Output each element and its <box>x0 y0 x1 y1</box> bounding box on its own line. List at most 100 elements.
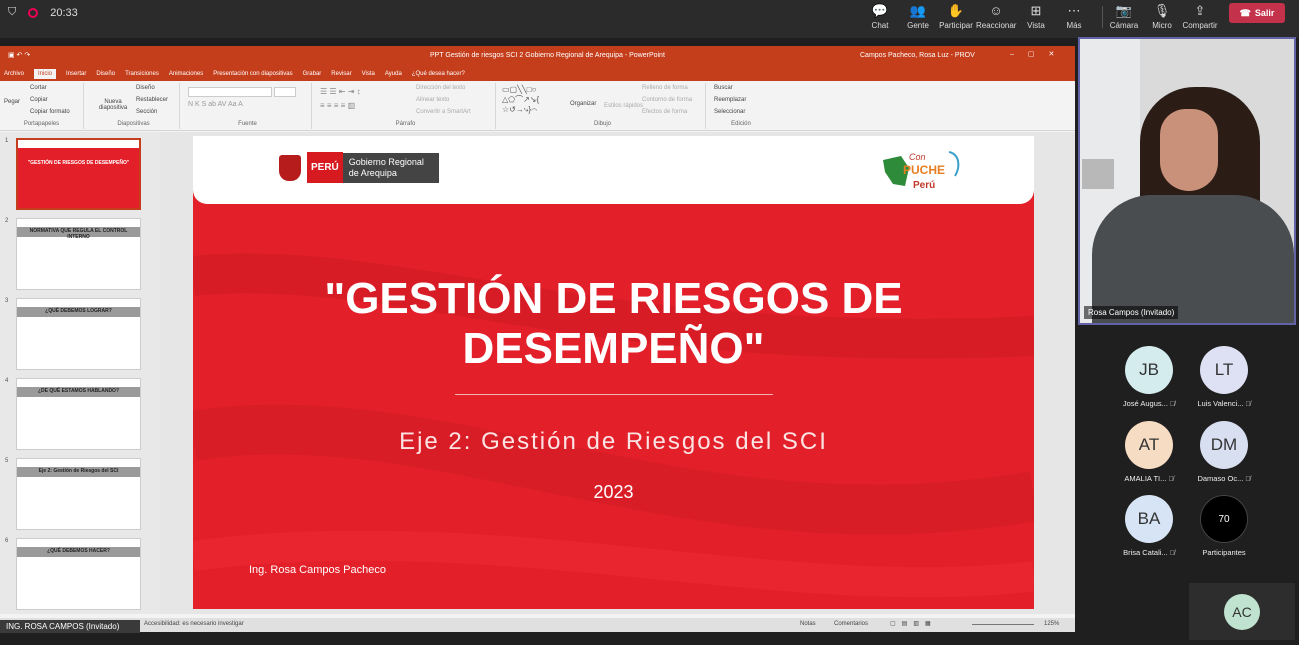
view-buttons[interactable]: ▢▤▥▦ <box>890 620 937 627</box>
document-title: PPT Gestión de riesgos SCI 2 Gobierno Re… <box>430 52 665 59</box>
thumbnail-number: 3 <box>5 298 9 304</box>
copy-button[interactable]: Copiar <box>30 97 48 103</box>
participant-tile[interactable]: DM Damaso Oc... 🎙̸ <box>1189 421 1259 491</box>
shape-outline-button[interactable]: Contorno de forma <box>642 97 692 103</box>
participant-tile[interactable]: LT Luis Valenci... 🎙̸ <box>1189 346 1259 416</box>
shape-effects-button[interactable]: Efectos de forma <box>642 109 687 115</box>
thumbnail-title: ¿QUÉ DEBEMOS HACER? <box>47 548 110 554</box>
participant-name: Damaso Oc... <box>1197 474 1244 483</box>
participant-tile[interactable]: JB José Augus... 🎙̸ <box>1114 346 1184 416</box>
ribbon-tab[interactable]: Archivo <box>4 71 24 77</box>
section-button[interactable]: Sección <box>136 109 157 115</box>
format-painter-button[interactable]: Copiar formato <box>30 109 70 115</box>
replace-button[interactable]: Reemplazar <box>714 97 746 103</box>
text-direction-button[interactable]: Dirección del texto <box>416 85 465 91</box>
paste-button[interactable]: Pegar <box>4 99 20 105</box>
zoom-level[interactable]: 125% <box>1044 621 1059 627</box>
title-divider <box>455 394 773 395</box>
mic-muted-icon: 🎙̸ <box>1243 476 1251 483</box>
select-button[interactable]: Seleccionar <box>714 109 745 115</box>
chat-button[interactable]: 💬 Chat <box>860 0 900 38</box>
video-name-label: Rosa Campos (Invitado) <box>1084 306 1179 319</box>
ribbon-tab[interactable]: Ayuda <box>385 71 402 77</box>
align-buttons[interactable]: ≡ ≡ ≡ ≡ ▥ <box>320 101 355 110</box>
save-icon[interactable]: ▣ ↶ ↷ <box>8 51 30 59</box>
powerpoint-title-bar: ▣ ↶ ↷ PPT Gestión de riesgos SCI 2 Gobie… <box>0 46 1075 66</box>
participant-tile[interactable]: AT AMALIA TI... 🎙̸ <box>1114 421 1184 491</box>
ribbon-tab[interactable]: Vista <box>362 71 375 77</box>
slide-thumbnail[interactable]: NORMATIVA QUE REGULA EL CONTROL INTERNO <box>16 218 141 290</box>
ribbon-tab[interactable]: Grabar <box>303 71 322 77</box>
ribbon-tab[interactable]: Presentación con diapositivas <box>213 71 292 77</box>
view-button[interactable]: ⊞ Vista <box>1016 0 1056 38</box>
notes-button[interactable]: Notas <box>800 621 816 627</box>
reaction-button[interactable]: ☺ Reaccionar <box>976 0 1016 38</box>
accessibility-status[interactable]: Accesibilidad: es necesario investigar <box>144 621 244 627</box>
thumbnail-number: 2 <box>5 218 9 224</box>
new-slide-button[interactable]: Nueva diapositiva <box>92 99 134 111</box>
current-slide[interactable]: PERÚ Gobierno Regional de Arequipa Con P… <box>193 136 1034 609</box>
slide-thumbnail[interactable]: ¿QUÉ DEBEMOS LOGRAR? <box>16 298 141 370</box>
recording-icon <box>28 7 39 18</box>
avatar: DM <box>1200 421 1248 469</box>
slide-thumbnail[interactable]: ¿DE QUÉ ESTAMOS HABLANDO? <box>16 378 141 450</box>
align-text-button[interactable]: Alinear texto <box>416 97 449 103</box>
shield-icon: ⛉ <box>8 6 17 18</box>
mic-button[interactable]: 🎙 Micro <box>1142 0 1182 38</box>
slide-thumbnail[interactable]: Eje 2: Gestión de Riesgos del SCI <box>16 458 141 530</box>
ribbon-tab[interactable]: Transiciones <box>125 71 159 77</box>
cut-button[interactable]: Cortar <box>30 85 47 91</box>
leave-button[interactable]: ☎ Salir <box>1229 3 1285 23</box>
reset-button[interactable]: Restablecer <box>136 97 168 103</box>
slide-title-line-2: DESEMPEÑO" <box>462 324 765 373</box>
list-buttons[interactable]: ☰ ☰ ⇤ ⇥ ↕ <box>320 87 361 96</box>
share-button[interactable]: ⇪ Compartir <box>1180 0 1220 38</box>
participant-tile[interactable]: BA Brisa Catali... 🎙̸ <box>1114 495 1184 565</box>
mic-muted-icon: 🎙̸ <box>1167 550 1175 557</box>
ribbon-tab[interactable]: Inicio <box>34 68 57 79</box>
background-shelf <box>1082 159 1114 189</box>
slide-title-line-1: "GESTIÓN DE RIESGOS DE <box>324 274 903 323</box>
shape-fill-button[interactable]: Relleno de forma <box>642 85 688 91</box>
thumbnail-title: NORMATIVA QUE REGULA EL CONTROL INTERNO <box>29 228 128 240</box>
ribbon-tab[interactable]: Diseño <box>96 71 115 77</box>
self-view[interactable]: AC <box>1189 583 1295 640</box>
ribbon-tab[interactable]: Insertar <box>66 71 86 77</box>
window-controls[interactable]: –▢✕ <box>1010 50 1068 58</box>
presenter-video[interactable]: Rosa Campos (Invitado) <box>1078 37 1296 325</box>
zoom-slider[interactable] <box>972 624 1034 625</box>
ribbon-tab[interactable]: ¿Qué desea hacer? <box>412 71 465 77</box>
font-name-box[interactable] <box>188 87 272 97</box>
layout-button[interactable]: Diseño <box>136 85 155 91</box>
toolbar-button-label: Reaccionar <box>976 21 1017 30</box>
group-clipboard: Pegar Cortar Copiar Copiar formato Porta… <box>0 83 84 129</box>
group-paragraph: Dirección del texto Alinear texto Conver… <box>316 83 496 129</box>
slide-thumbnail[interactable]: "GESTIÓN DE RIESGOS DE DESEMPEÑO" <box>16 138 141 210</box>
font-format-buttons[interactable]: N K S ab AV Aa A <box>188 101 243 108</box>
ribbon-tab[interactable]: Animaciones <box>169 71 203 77</box>
font-size-box[interactable] <box>274 87 296 97</box>
slide-header: PERÚ Gobierno Regional de Arequipa Con P… <box>193 136 1034 204</box>
comments-button[interactable]: Comentarios <box>834 621 868 627</box>
camera-icon: 📷 <box>1115 3 1133 18</box>
camera-button[interactable]: 📷 Cámara <box>1104 0 1144 38</box>
ribbon: Pegar Cortar Copiar Copiar formato Porta… <box>0 81 1075 131</box>
shapes-gallery[interactable]: ▭▢╲╲□○ △⬠⌒↗↘{☆↺→⤷}⌒ <box>502 85 562 117</box>
people-button[interactable]: 👥 Gente <box>898 0 938 38</box>
participants-count-tile[interactable]: 70 Participantes <box>1189 495 1259 565</box>
group-drawing: ▭▢╲╲□○ △⬠⌒↗↘{☆↺→⤷}⌒ Organizar Estilos ráp… <box>500 83 706 129</box>
thumbnail-number: 6 <box>5 538 9 544</box>
quick-styles-button[interactable]: Estilos rápidos <box>604 103 643 109</box>
toolbar-button-label: Gente <box>907 21 929 30</box>
more-icon: ⋯ <box>1067 3 1081 18</box>
ribbon-tab[interactable]: Revisar <box>331 71 351 77</box>
find-button[interactable]: Buscar <box>714 85 733 91</box>
group-label: Portapapeles <box>23 121 60 127</box>
smartart-button[interactable]: Convertir a SmartArt <box>416 109 471 115</box>
arrange-button[interactable]: Organizar <box>570 101 596 107</box>
mic-muted-icon: 🎙̸ <box>1167 401 1176 408</box>
raise-hand-button[interactable]: ✋ Participar <box>936 0 976 38</box>
more-button[interactable]: ⋯ Más <box>1054 0 1094 38</box>
thumbnail-title: Eje 2: Gestión de Riesgos del SCI <box>38 468 119 474</box>
slide-thumbnail[interactable]: ¿QUÉ DEBEMOS HACER? <box>16 538 141 610</box>
